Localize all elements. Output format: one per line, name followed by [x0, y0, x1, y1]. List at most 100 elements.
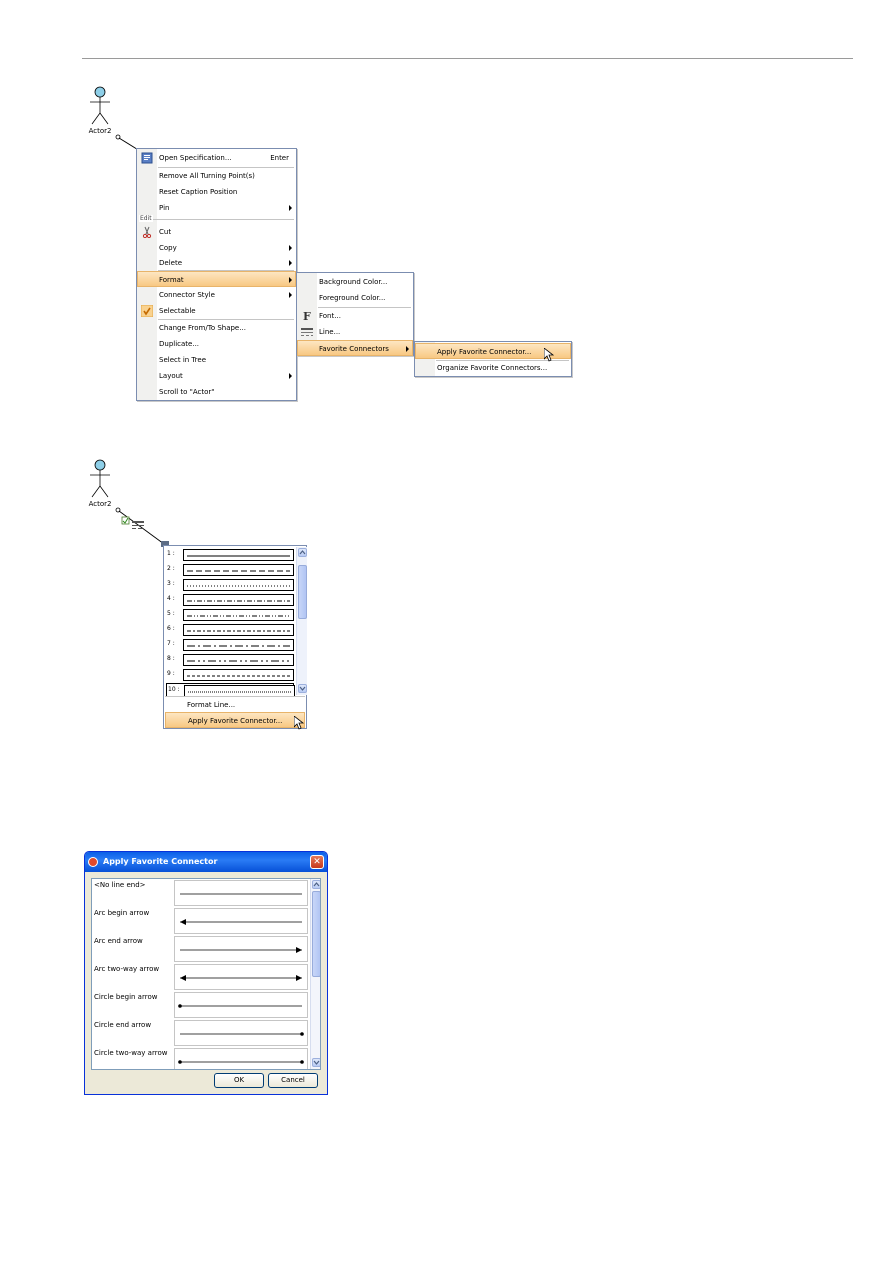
menu-item-copy[interactable]: Copy: [138, 240, 295, 256]
format-submenu: Background Color... Foreground Color... …: [296, 272, 414, 356]
connector-label: Circle two-way arrow: [94, 1049, 168, 1057]
menu-item-duplicate[interactable]: Duplicate...: [138, 336, 295, 352]
submenu-arrow-icon: [289, 245, 292, 251]
scroll-thumb[interactable]: [312, 891, 320, 977]
scroll-up-button[interactable]: [312, 880, 320, 889]
menu-item-scroll-to-actor[interactable]: Scroll to "Actor": [138, 384, 295, 400]
connector-list: <No line end> Arc begin arrow Arc end arro…: [91, 878, 321, 1070]
apply-favorite-connector-dialog: Apply Favorite Connector ✕ <No line end>…: [84, 851, 328, 1095]
scroll-up-button[interactable]: [298, 548, 307, 557]
menu-item-label: Favorite Connectors: [319, 345, 389, 353]
line-sample: [188, 691, 291, 693]
menu-item-organize-favorite-connectors[interactable]: Organize Favorite Connectors...: [416, 360, 570, 376]
connector-list-scrollbar[interactable]: [310, 879, 320, 1069]
close-icon: ✕: [313, 857, 321, 867]
menu-item-label: Line...: [319, 328, 341, 336]
scissors-icon: [142, 226, 152, 238]
cancel-button[interactable]: Cancel: [268, 1073, 318, 1088]
line-style-preview: [183, 624, 294, 636]
menu-item-shortcut: Enter: [270, 154, 289, 162]
connector-preview: [174, 1020, 308, 1046]
line-style-number: 8 :: [167, 655, 175, 662]
mouse-pointer-icon: [294, 716, 304, 730]
menu-item-open-specification[interactable]: Open Specification... Enter: [138, 150, 295, 166]
line-sample: [187, 555, 290, 557]
line-style-option[interactable]: 6 :: [166, 623, 294, 637]
menu-item-label: Remove All Turning Point(s): [159, 172, 255, 180]
line-style-number: 10 :: [168, 686, 180, 693]
arrowhead-icon: [296, 975, 302, 981]
line-style-option[interactable]: 2 :: [166, 563, 294, 577]
svg-text:F: F: [303, 310, 311, 322]
menu-item-select-in-tree[interactable]: Select in Tree: [138, 352, 295, 368]
dialog-title-bar[interactable]: Apply Favorite Connector ✕: [85, 852, 327, 872]
menu-item-pin[interactable]: Pin: [138, 200, 295, 216]
menu-item-foreground-color[interactable]: Foreground Color...: [298, 290, 412, 306]
menu-item-font[interactable]: F Font...: [298, 308, 412, 324]
submenu-arrow-icon: [289, 277, 292, 283]
menu-item-cut[interactable]: Cut: [138, 224, 295, 240]
close-button[interactable]: ✕: [310, 855, 324, 869]
menu-item-label: Foreground Color...: [319, 294, 386, 302]
line-style-option[interactable]: 1 :: [166, 548, 294, 562]
connector-preview: [174, 936, 308, 962]
mouse-pointer-icon: [544, 348, 554, 362]
submenu-arrow-icon: [289, 292, 292, 298]
connector-line-with-handles[interactable]: [114, 506, 170, 548]
line-style-option[interactable]: 8 :: [166, 653, 294, 667]
connector-label: <No line end>: [94, 881, 146, 889]
menu-item-line[interactable]: Line...: [298, 324, 412, 340]
menu-item-label: Font...: [319, 312, 341, 320]
page-top-rule: [82, 58, 853, 59]
connector-row[interactable]: Arc end arrow: [92, 935, 311, 963]
menu-item-selectable[interactable]: Selectable: [138, 303, 295, 319]
chevron-down-icon: [313, 1060, 320, 1065]
line-style-number: 4 :: [167, 595, 175, 602]
scroll-down-button[interactable]: [298, 684, 307, 693]
menu-item-layout[interactable]: Layout: [138, 368, 295, 384]
connector-label: Arc end arrow: [94, 937, 143, 945]
menu-item-delete[interactable]: Delete: [138, 255, 295, 271]
menu-item-background-color[interactable]: Background Color...: [298, 274, 412, 290]
line-style-option[interactable]: 7 :: [166, 638, 294, 652]
menu-item-remove-turning-points[interactable]: Remove All Turning Point(s): [138, 168, 295, 184]
line-style-number: 6 :: [167, 625, 175, 632]
menu-item-change-from-to-shape[interactable]: Change From/To Shape...: [138, 320, 295, 336]
line-style-option[interactable]: 9 :: [166, 668, 294, 682]
format-line-item[interactable]: Format Line...: [165, 697, 305, 713]
line-style-number: 9 :: [167, 670, 175, 677]
menu-item-label: Reset Caption Position: [159, 188, 238, 196]
circle-end-icon: [178, 1004, 182, 1008]
submenu-arrow-icon: [289, 260, 292, 266]
menu-item-label: Delete: [159, 259, 182, 267]
menu-item-format[interactable]: Format: [137, 271, 296, 287]
connector-row[interactable]: Arc two-way arrow: [92, 963, 311, 991]
line-style-popup: 1 : 2 : 3 : 4 : 5 : 6 : 7 : 8 : 9 : 10 : Format L…: [163, 545, 307, 729]
connector-row[interactable]: Circle begin arrow: [92, 991, 311, 1019]
line-style-number: 2 :: [167, 565, 175, 572]
line-style-preview: [183, 669, 294, 681]
line-style-option[interactable]: 4 :: [166, 593, 294, 607]
line-style-scrollbar[interactable]: [296, 547, 307, 695]
line-style-option[interactable]: 5 :: [166, 608, 294, 622]
connector-row[interactable]: Circle end arrow: [92, 1019, 311, 1047]
menu-item-label: Format: [159, 276, 184, 284]
menu-item-connector-style[interactable]: Connector Style: [138, 287, 295, 303]
submenu-arrow-icon: [289, 373, 292, 379]
line-style-option[interactable]: 3 :: [166, 578, 294, 592]
menu-item-favorite-connectors[interactable]: Favorite Connectors: [297, 340, 413, 356]
connector-label: Arc two-way arrow: [94, 965, 160, 973]
connector-row[interactable]: Circle two-way arrow: [92, 1047, 311, 1069]
arrowhead-icon: [180, 975, 186, 981]
scroll-down-button[interactable]: [312, 1058, 320, 1067]
connector-row[interactable]: <No line end>: [92, 879, 311, 907]
ok-button[interactable]: OK: [214, 1073, 264, 1088]
menu-item-reset-caption-position[interactable]: Reset Caption Position: [138, 184, 295, 200]
line-style-number: 3 :: [167, 580, 175, 587]
line-style-option[interactable]: 10 :: [166, 683, 295, 697]
apply-favorite-connector-item[interactable]: Apply Favorite Connector...: [165, 712, 305, 728]
menu-item-label: Connector Style: [159, 291, 215, 299]
line-sample: [187, 570, 290, 572]
connector-row[interactable]: Arc begin arrow: [92, 907, 311, 935]
scroll-thumb[interactable]: [298, 565, 307, 619]
